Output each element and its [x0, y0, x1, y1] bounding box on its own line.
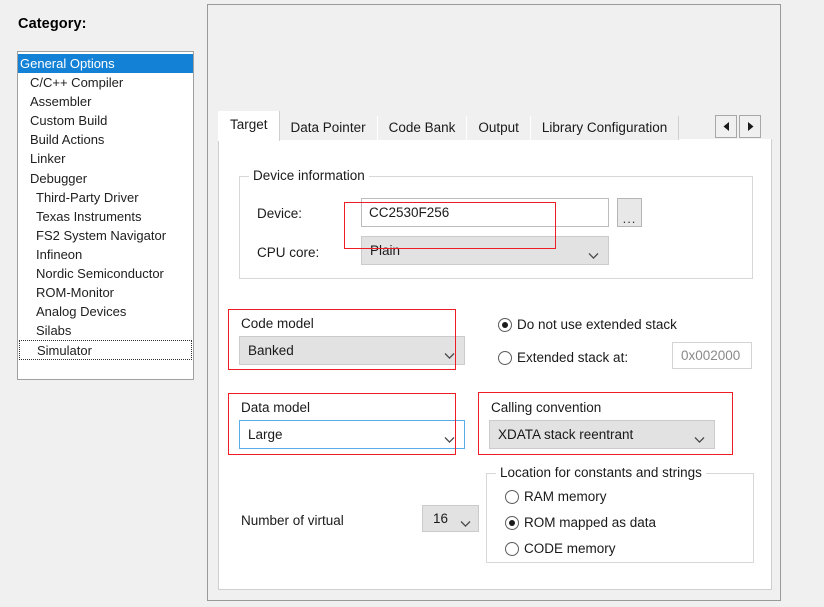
tab-target[interactable]: Target: [218, 111, 280, 141]
sidebar-item-build-actions[interactable]: Build Actions: [18, 130, 193, 149]
number-of-virtual-value: 16: [433, 511, 448, 526]
chevron-down-icon: [444, 347, 455, 354]
radio-label: ROM mapped as data: [524, 515, 656, 530]
radio-rom-mapped-as-data[interactable]: ROM mapped as data: [505, 515, 656, 530]
sidebar-item-custom-build[interactable]: Custom Build: [18, 111, 193, 130]
triangle-right-icon[interactable]: [739, 115, 761, 138]
tab-code-bank[interactable]: Code Bank: [377, 116, 468, 140]
chevron-down-icon: [460, 515, 471, 522]
options-panel: Device information Device: CC2530F256 ..…: [207, 4, 781, 601]
sidebar-item-assembler[interactable]: Assembler: [18, 92, 193, 111]
constants-location-group: Location for constants and strings RAM m…: [486, 473, 754, 563]
sidebar-item-simulator[interactable]: Simulator: [19, 340, 192, 359]
category-listbox[interactable]: General OptionsC/C++ CompilerAssemblerCu…: [17, 51, 194, 380]
radio-do-not-use-extended-stack[interactable]: Do not use extended stack: [498, 317, 677, 332]
sidebar-item-general-options[interactable]: General Options: [18, 54, 193, 73]
tab-library-configuration[interactable]: Library Configuration: [530, 116, 679, 140]
cpu-core-value: Plain: [370, 243, 400, 258]
radio-dot-icon: [505, 490, 519, 504]
code-model-label: Code model: [241, 316, 314, 331]
tab-output[interactable]: Output: [466, 116, 531, 140]
chevron-down-icon: [694, 431, 705, 438]
extended-stack-address-input[interactable]: 0x002000: [672, 342, 752, 369]
radio-extended-stack-at[interactable]: Extended stack at:: [498, 350, 628, 365]
radio-dot-icon: [505, 516, 519, 530]
tab-data-pointer[interactable]: Data Pointer: [279, 116, 378, 140]
chevron-down-icon: [444, 431, 455, 438]
data-model-value: Large: [248, 427, 283, 442]
device-input[interactable]: CC2530F256: [361, 198, 609, 227]
radio-label: RAM memory: [524, 489, 607, 504]
chevron-down-icon: [588, 247, 599, 254]
device-browse-button[interactable]: ...: [617, 198, 642, 227]
sidebar-item-linker[interactable]: Linker: [18, 149, 193, 168]
sidebar-item-third-party-driver[interactable]: Third-Party Driver: [18, 188, 193, 207]
tab-page-target: Device information Device: CC2530F256 ..…: [218, 139, 772, 590]
data-model-select[interactable]: Large: [239, 420, 465, 449]
number-of-virtual-label: Number of virtual: [241, 513, 344, 528]
category-label: Category:: [18, 16, 87, 32]
sidebar-item-rom-monitor[interactable]: ROM-Monitor: [18, 283, 193, 302]
sidebar-item-c-c-compiler[interactable]: C/C++ Compiler: [18, 73, 193, 92]
number-of-virtual-select[interactable]: 16: [422, 505, 479, 532]
cpu-core-select[interactable]: Plain: [361, 236, 609, 265]
code-model-select[interactable]: Banked: [239, 336, 465, 365]
radio-ram-memory[interactable]: RAM memory: [505, 489, 607, 504]
tab-strip[interactable]: TargetData PointerCode BankOutputLibrary…: [218, 111, 772, 140]
radio-dot-icon: [505, 542, 519, 556]
radio-code-memory[interactable]: CODE memory: [505, 541, 616, 556]
calling-convention-value: XDATA stack reentrant: [498, 427, 633, 442]
sidebar-item-infineon[interactable]: Infineon: [18, 245, 193, 264]
radio-label: CODE memory: [524, 541, 616, 556]
calling-convention-label: Calling convention: [491, 400, 601, 415]
device-label: Device:: [257, 206, 302, 221]
radio-label: Extended stack at:: [517, 350, 628, 365]
radio-label: Do not use extended stack: [517, 317, 677, 332]
sidebar-item-debugger[interactable]: Debugger: [18, 169, 193, 188]
sidebar-item-fs2-system-navigator[interactable]: FS2 System Navigator: [18, 226, 193, 245]
sidebar-item-nordic-semiconductor[interactable]: Nordic Semiconductor: [18, 264, 193, 283]
sidebar-item-analog-devices[interactable]: Analog Devices: [18, 302, 193, 321]
sidebar-item-texas-instruments[interactable]: Texas Instruments: [18, 207, 193, 226]
device-information-group: Device information Device: CC2530F256 ..…: [239, 176, 753, 279]
sidebar-item-silabs[interactable]: Silabs: [18, 321, 193, 340]
cpu-core-label: CPU core:: [257, 245, 319, 260]
triangle-left-icon[interactable]: [715, 115, 737, 138]
radio-dot-icon: [498, 318, 512, 332]
device-information-title: Device information: [249, 168, 369, 183]
calling-convention-select[interactable]: XDATA stack reentrant: [489, 420, 715, 449]
radio-dot-icon: [498, 351, 512, 365]
code-model-value: Banked: [248, 343, 294, 358]
data-model-label: Data model: [241, 400, 310, 415]
constants-location-title: Location for constants and strings: [496, 465, 706, 480]
